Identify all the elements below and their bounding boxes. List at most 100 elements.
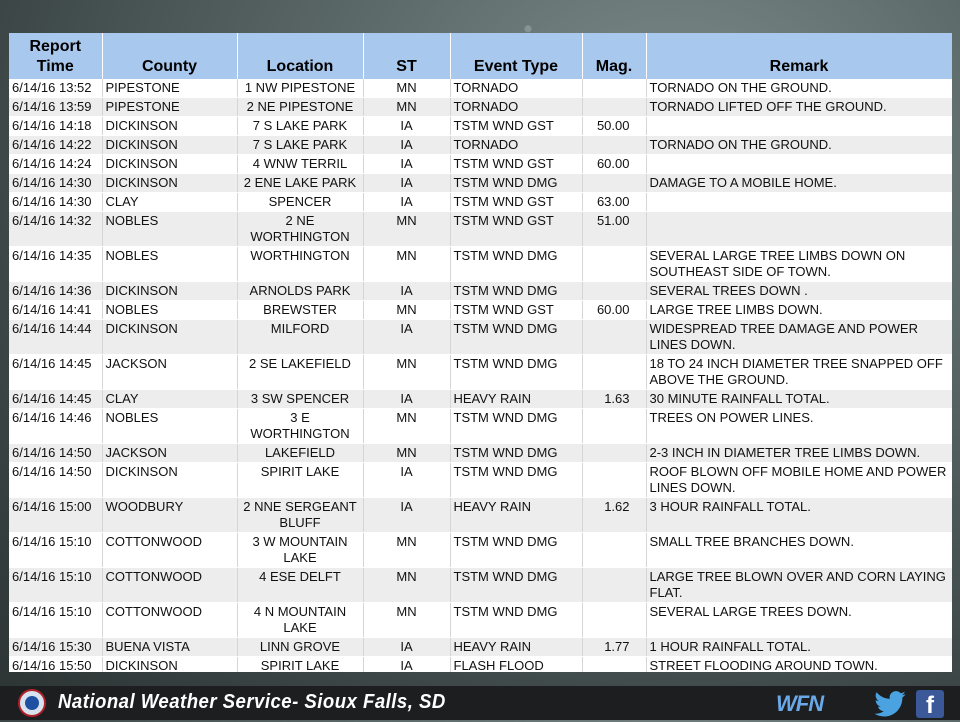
cell-magnitude <box>582 79 647 98</box>
cell-state: IA <box>363 656 451 672</box>
cell-magnitude <box>582 97 647 117</box>
cell-event-type: FLASH FLOOD <box>450 656 583 672</box>
cell-state: MN <box>363 79 451 98</box>
cell-remark: LARGE TREE BLOWN OVER AND CORN LAYING FL… <box>646 567 952 603</box>
cell-county: BUENA VISTA <box>102 637 238 657</box>
cell-state: MN <box>363 443 451 463</box>
cell-magnitude: 1.63 <box>582 389 647 409</box>
cell-event-type: TSTM WND GST <box>450 192 583 212</box>
cell-location: 7 S LAKE PARK <box>237 116 364 136</box>
cell-remark: SEVERAL TREES DOWN . <box>646 281 952 301</box>
cell-county: DICKINSON <box>102 116 238 136</box>
cell-event-type: TSTM WND DMG <box>450 354 583 390</box>
table-row: 6/14/16 14:32 NOBLES 2 NE WORTHINGTON MN TST… <box>9 211 952 247</box>
cell-location: LINN GROVE <box>237 637 364 657</box>
cell-report-time: 6/14/16 14:24 <box>9 154 103 174</box>
cell-magnitude <box>582 462 647 498</box>
cell-county: WOODBURY <box>102 497 238 533</box>
cell-magnitude <box>582 281 647 301</box>
cell-report-time: 6/14/16 14:46 <box>9 408 103 444</box>
cell-event-type: TSTM WND DMG <box>450 246 583 282</box>
cell-event-type: TSTM WND DMG <box>450 532 583 568</box>
cell-county: CLAY <box>102 389 238 409</box>
cell-state: MN <box>363 211 451 247</box>
cell-state: MN <box>363 246 451 282</box>
cell-location: 2 NE PIPESTONE <box>237 97 364 117</box>
cell-report-time: 6/14/16 14:45 <box>9 354 103 390</box>
cell-remark: TORNADO LIFTED OFF THE GROUND. <box>646 97 952 117</box>
cell-remark <box>646 192 952 212</box>
cell-event-type: TSTM WND GST <box>450 116 583 136</box>
cell-remark: SMALL TREE BRANCHES DOWN. <box>646 532 952 568</box>
cell-state: MN <box>363 602 451 638</box>
cell-county: DICKINSON <box>102 656 238 672</box>
cell-report-time: 6/14/16 14:36 <box>9 281 103 301</box>
cell-magnitude <box>582 173 647 193</box>
footer-title: National Weather Service- Sioux Falls, S… <box>58 691 446 713</box>
cell-report-time: 6/14/16 15:10 <box>9 602 103 638</box>
cell-event-type: TORNADO <box>450 135 583 155</box>
facebook-icon[interactable]: f <box>916 690 944 719</box>
cell-location: 2 SE LAKEFIELD <box>237 354 364 390</box>
cell-event-type: TORNADO <box>450 79 583 98</box>
cell-event-type: HEAVY RAIN <box>450 389 583 409</box>
cell-county: DICKINSON <box>102 173 238 193</box>
cell-event-type: TSTM WND GST <box>450 300 583 320</box>
cell-location: WORTHINGTON <box>237 246 364 282</box>
cell-location: 3 W MOUNTAIN LAKE <box>237 532 364 568</box>
cell-remark: 3 HOUR RAINFALL TOTAL. <box>646 497 952 533</box>
cell-county: NOBLES <box>102 211 238 247</box>
cell-event-type: TSTM WND DMG <box>450 602 583 638</box>
cell-magnitude: 1.77 <box>582 637 647 657</box>
cell-remark: 1 HOUR RAINFALL TOTAL. <box>646 637 952 657</box>
cell-location: 2 NE WORTHINGTON <box>237 211 364 247</box>
wfn-logo: WFN <box>776 691 824 716</box>
table-row: 6/14/16 14:46 NOBLES 3 E WORTHINGTON MN TSTM… <box>9 408 952 444</box>
cell-county: COTTONWOOD <box>102 532 238 568</box>
cell-magnitude <box>582 567 647 603</box>
cell-remark: LARGE TREE LIMBS DOWN. <box>646 300 952 320</box>
cell-state: IA <box>363 389 451 409</box>
cell-state: IA <box>363 319 451 355</box>
cell-event-type: TSTM WND DMG <box>450 281 583 301</box>
cell-event-type: TSTM WND DMG <box>450 462 583 498</box>
cell-event-type: TSTM WND GST <box>450 154 583 174</box>
footer-bar: National Weather Service- Sioux Falls, S… <box>0 686 960 720</box>
cell-event-type: HEAVY RAIN <box>450 497 583 533</box>
cell-county: COTTONWOOD <box>102 567 238 603</box>
cell-report-time: 6/14/16 14:30 <box>9 173 103 193</box>
cell-remark: DAMAGE TO A MOBILE HOME. <box>646 173 952 193</box>
cell-event-type: HEAVY RAIN <box>450 637 583 657</box>
table-row: 6/14/16 13:59 PIPESTONE 2 NE PIPESTONE MN TO… <box>9 97 952 117</box>
cell-magnitude <box>582 135 647 155</box>
column-header-magnitude: Mag. <box>582 33 647 79</box>
twitter-icon[interactable] <box>874 691 906 717</box>
cell-report-time: 6/14/16 14:44 <box>9 319 103 355</box>
cell-location: 4 N MOUNTAIN LAKE <box>237 602 364 638</box>
cell-magnitude <box>582 532 647 568</box>
cell-location: SPIRIT LAKE <box>237 462 364 498</box>
table-row: 6/14/16 13:52 PIPESTONE 1 NW PIPESTONE MN TO… <box>9 79 952 98</box>
cell-state: MN <box>363 300 451 320</box>
cell-report-time: 6/14/16 14:50 <box>9 462 103 498</box>
column-header-event-type: Event Type <box>450 33 583 79</box>
cell-event-type: TSTM WND DMG <box>450 173 583 193</box>
cell-location: 3 SW SPENCER <box>237 389 364 409</box>
cell-location: 4 WNW TERRIL <box>237 154 364 174</box>
cell-remark: WIDESPREAD TREE DAMAGE AND POWER LINES D… <box>646 319 952 355</box>
cell-remark: STREET FLOODING AROUND TOWN. <box>646 656 952 672</box>
cell-location: 7 S LAKE PARK <box>237 135 364 155</box>
cell-state: IA <box>363 192 451 212</box>
cell-magnitude <box>582 246 647 282</box>
table-row: 6/14/16 14:35 NOBLES WORTHINGTON MN TSTM WND… <box>9 246 952 282</box>
cell-report-time: 6/14/16 14:18 <box>9 116 103 136</box>
table-row: 6/14/16 14:36 DICKINSON ARNOLDS PARK IA TSTM… <box>9 281 952 301</box>
cell-location: 1 NW PIPESTONE <box>237 79 364 98</box>
cell-state: MN <box>363 408 451 444</box>
cell-magnitude <box>582 443 647 463</box>
cell-location: MILFORD <box>237 319 364 355</box>
cell-county: NOBLES <box>102 300 238 320</box>
cell-report-time: 6/14/16 15:10 <box>9 532 103 568</box>
cell-county: JACKSON <box>102 443 238 463</box>
cell-county: DICKINSON <box>102 135 238 155</box>
